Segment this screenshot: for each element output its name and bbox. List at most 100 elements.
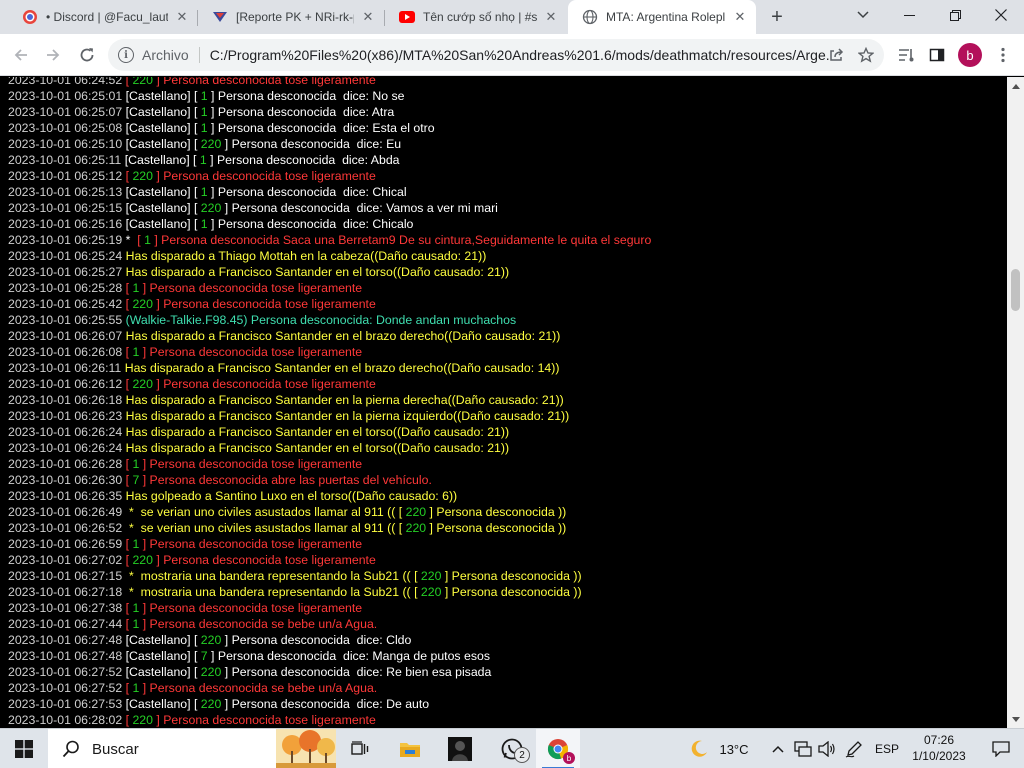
log-text: [	[122, 457, 133, 471]
log-timestamp: 2023-10-01 06:25:15	[8, 201, 123, 215]
log-text: [Castellano] [	[122, 121, 201, 135]
clock[interactable]: 07:26 1/10/2023	[900, 732, 978, 764]
tab-title: MTA: Argentina Rolepl	[606, 10, 726, 24]
log-text: 220	[405, 521, 427, 535]
log-text: 1	[200, 185, 208, 199]
side-panel-icon[interactable]	[922, 40, 952, 70]
chrome-taskbar-icon[interactable]: b	[536, 729, 580, 768]
start-windows-icon[interactable]	[0, 729, 48, 768]
task-view-icon[interactable]	[340, 729, 380, 768]
tab-strip: • Discord | @Facu_laut ✕ [Reporte PK + N…	[0, 0, 1024, 34]
profile-avatar[interactable]: b	[958, 43, 982, 67]
tab-youtube[interactable]: Tên cướp số nhọ | #sho ✕	[385, 0, 567, 34]
tab-discord[interactable]: • Discord | @Facu_laut ✕	[8, 0, 198, 34]
reading-list-icon[interactable]	[892, 40, 922, 70]
weather-temperature[interactable]: 13°C	[714, 729, 754, 768]
log-line: 2023-10-01 06:26:30 [ 7 ] Persona descon…	[8, 472, 651, 488]
log-text: ] Persona desconocida dice: Abda	[206, 153, 400, 167]
log-text: (Walkie-Talkie.F98.45) Persona desconoci…	[122, 313, 517, 327]
log-text: ] Persona desconocida dice: Esta el otro	[207, 121, 435, 135]
scroll-down-arrow-icon[interactable]	[1007, 711, 1024, 728]
log-text: [	[122, 537, 133, 551]
mta-game-icon[interactable]	[440, 729, 480, 768]
forward-arrow-icon[interactable]	[38, 40, 68, 70]
log-text: [	[122, 281, 133, 295]
log-text: [	[122, 553, 133, 567]
taskbar-search[interactable]: Buscar	[48, 729, 336, 768]
log-line: 2023-10-01 06:25:01 [Castellano] [ 1 ] P…	[8, 88, 651, 104]
tab-search-icon[interactable]	[851, 5, 875, 25]
log-text: *	[122, 233, 138, 247]
search-icon	[62, 740, 79, 758]
tab-title: Tên cướp số nhọ | #sho	[423, 10, 537, 24]
log-text: [Castellano] [	[122, 633, 201, 647]
chevron-up-icon[interactable]	[768, 729, 788, 768]
log-text: 220	[132, 713, 153, 727]
close-tab-icon[interactable]: ✕	[732, 9, 748, 25]
new-tab-button[interactable]: +	[764, 5, 790, 29]
url-text[interactable]: C:/Program%20Files%20(x86)/MTA%20San%20A…	[210, 47, 830, 63]
log-line: 2023-10-01 06:26:07 Has disparado a Fran…	[8, 328, 651, 344]
close-tab-icon[interactable]: ✕	[360, 9, 376, 25]
log-line: 2023-10-01 06:25:08 [Castellano] [ 1 ] P…	[8, 120, 651, 136]
back-arrow-icon[interactable]	[6, 40, 36, 70]
log-text: 220	[132, 77, 153, 87]
scroll-up-arrow-icon[interactable]	[1007, 77, 1024, 94]
log-text: ] Persona desconocida tose ligeramente	[139, 601, 363, 615]
log-line: 2023-10-01 06:25:28 [ 1 ] Persona descon…	[8, 280, 651, 296]
log-text: ] Persona desconocida se bebe un/a Agua.	[139, 617, 378, 631]
network-icon[interactable]	[792, 729, 814, 768]
log-timestamp: 2023-10-01 06:27:52	[8, 681, 123, 695]
log-text: [	[122, 297, 133, 311]
log-text: 1	[200, 121, 208, 135]
log-text: ] Persona desconocida dice: De auto	[221, 697, 430, 711]
volume-icon[interactable]	[816, 729, 838, 768]
log-line: 2023-10-01 06:25:07 [Castellano] [ 1 ] P…	[8, 104, 651, 120]
language-indicator[interactable]: ESP	[872, 729, 902, 768]
whatsapp-icon[interactable]: 2	[490, 729, 534, 768]
log-timestamp: 2023-10-01 06:26:23	[8, 409, 123, 423]
log-line: 2023-10-01 06:25:11 [Castellano] [ 1 ] P…	[8, 152, 651, 168]
scrollbar-thumb[interactable]	[1011, 269, 1020, 311]
log-line: 2023-10-01 06:27:48 [Castellano] [ 7 ] P…	[8, 648, 651, 664]
log-text: * mostraria una bandera representando la…	[122, 585, 421, 599]
moon-weather-icon[interactable]	[684, 729, 714, 768]
close-tab-icon[interactable]: ✕	[543, 9, 559, 25]
log-text: ] Persona desconocida tose ligeramente	[139, 281, 363, 295]
share-icon[interactable]	[822, 39, 850, 71]
tab-reporte[interactable]: [Reporte PK + NRi-rk-p ✕	[198, 0, 384, 34]
log-text: ] Persona desconocida tose ligeramente	[152, 77, 376, 87]
log-text: ] Persona desconocida dice: Chicalo	[207, 217, 414, 231]
file-explorer-icon[interactable]	[390, 729, 430, 768]
log-timestamp: 2023-10-01 06:25:01	[8, 89, 123, 103]
tab-mta-active[interactable]: MTA: Argentina Rolepl ✕	[568, 0, 756, 34]
log-text: 1	[200, 217, 208, 231]
pen-icon[interactable]	[842, 729, 866, 768]
log-text: ] Persona desconocida dice: Cldo	[221, 633, 412, 647]
close-window-button[interactable]	[978, 0, 1024, 30]
log-text: [	[122, 377, 133, 391]
vertical-scrollbar[interactable]	[1007, 77, 1024, 728]
weather-temp-text: 13°C	[719, 741, 749, 757]
log-timestamp: 2023-10-01 06:26:52	[8, 521, 123, 535]
notification-icon[interactable]	[978, 729, 1024, 768]
autumn-trees-icon	[276, 729, 336, 768]
address-bar[interactable]: i Archivo C:/Program%20Files%20(x86)/MTA…	[108, 39, 884, 71]
log-line: 2023-10-01 06:25:24 Has disparado a Thia…	[8, 248, 651, 264]
minimize-button[interactable]	[886, 0, 932, 30]
log-timestamp: 2023-10-01 06:25:13	[8, 185, 123, 199]
menu-kebab-icon[interactable]	[988, 40, 1018, 70]
log-text: ] Persona desconocida tose ligeramente	[139, 345, 363, 359]
log-text: 220	[405, 505, 427, 519]
close-tab-icon[interactable]: ✕	[174, 9, 190, 25]
log-line: 2023-10-01 06:28:02 [ 220 ] Persona desc…	[8, 712, 651, 728]
bookmark-star-icon[interactable]	[852, 39, 880, 71]
log-timestamp: 2023-10-01 06:26:08	[8, 345, 123, 359]
reload-icon[interactable]	[72, 40, 102, 70]
log-timestamp: 2023-10-01 06:25:27	[8, 265, 123, 279]
log-line: 2023-10-01 06:25:12 [ 220 ] Persona desc…	[8, 168, 651, 184]
log-line: 2023-10-01 06:27:15 * mostraria una band…	[8, 568, 651, 584]
tab-title: [Reporte PK + NRi-rk-p	[236, 10, 354, 24]
restore-button[interactable]	[932, 0, 978, 30]
info-icon[interactable]: i	[118, 47, 134, 63]
